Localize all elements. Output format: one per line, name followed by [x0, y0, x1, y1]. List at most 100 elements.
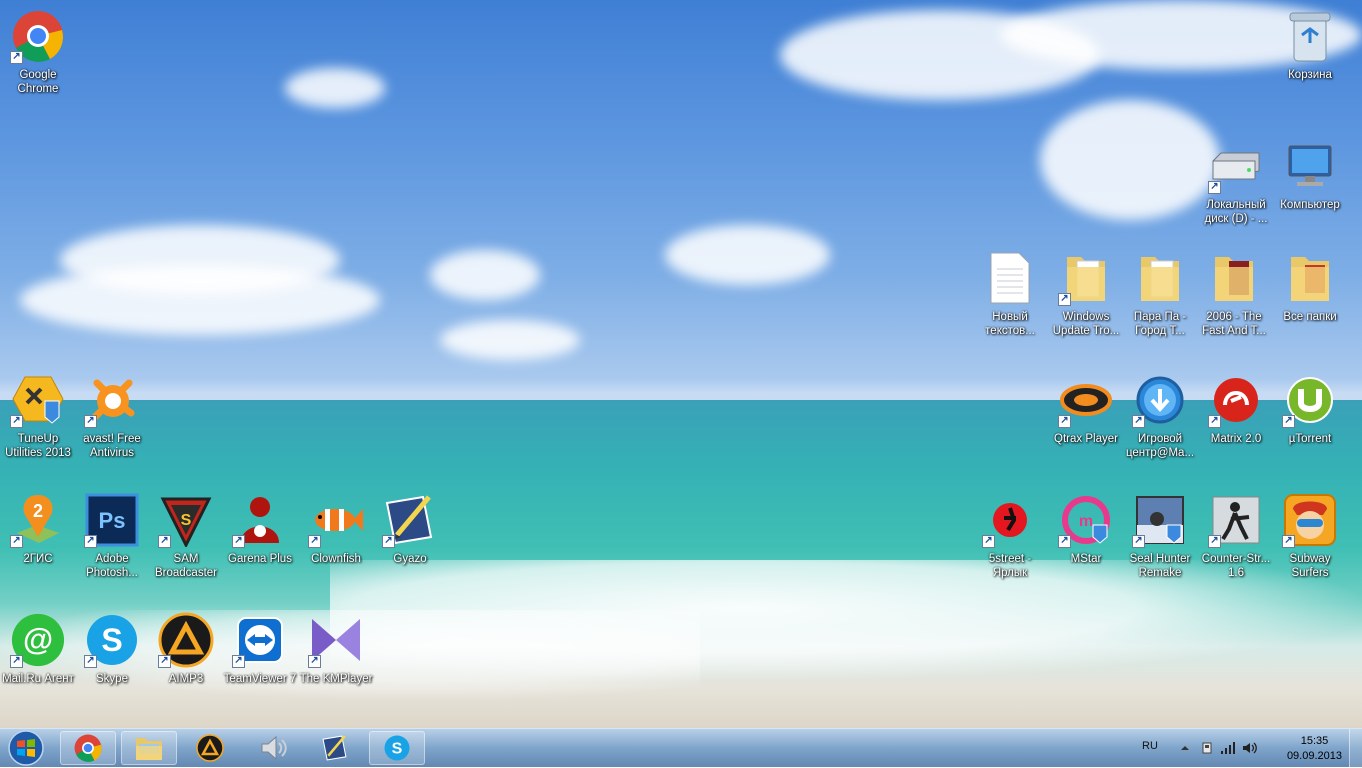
desktop-icon-2006-fast[interactable]: 2006 - The Fast And T... — [1196, 250, 1272, 342]
icon-label: TeamViewer 7 — [223, 673, 297, 685]
clock[interactable]: 15:35 09.09.2013 — [1287, 734, 1342, 764]
desktop-icon-para-pa[interactable]: Пара Па - Город Т... — [1122, 250, 1198, 342]
counter-strike-icon: ↗ — [1208, 492, 1264, 548]
icon-label: 2006 - The Fast And T... — [1202, 311, 1266, 337]
start-button[interactable] — [4, 730, 48, 766]
desktop-icon-windows-update[interactable]: ↗ Windows Update Tro... — [1048, 250, 1124, 342]
desktop-icon-aimp[interactable]: ↗ AIMP3 — [148, 612, 224, 704]
network-signal-icon[interactable] — [1220, 741, 1235, 755]
icon-label: Windows Update Tro... — [1052, 311, 1120, 337]
computer-icon — [1282, 138, 1338, 194]
desktop-icon-game-center[interactable]: ↗ Игровой центр@Ma... — [1122, 372, 1198, 464]
desktop-icon-gyazo[interactable]: ↗ Gyazo — [372, 492, 448, 584]
svg-text:S: S — [392, 741, 403, 758]
icon-label: Skype — [96, 673, 128, 685]
text-document-icon — [982, 250, 1038, 306]
safely-remove-icon[interactable] — [1200, 741, 1214, 755]
icon-label: Новый текстов... — [985, 311, 1035, 337]
desktop-icon-2gis[interactable]: 2 ↗ 2ГИС — [0, 492, 76, 584]
folder-icon: ↗ — [1058, 250, 1114, 306]
taskbar-skype[interactable]: S — [369, 731, 425, 765]
icon-label: Garena Plus — [228, 553, 292, 565]
desktop-icon-avast[interactable]: ↗ avast! Free Antivirus — [74, 372, 150, 464]
svg-text:S: S — [101, 622, 122, 658]
desktop-icon-computer[interactable]: Компьютер — [1272, 138, 1348, 230]
desktop-icon-new-text[interactable]: Новый текстов... — [972, 250, 1048, 342]
icon-label: Counter-Str... 1.6 — [1201, 553, 1271, 579]
desktop-icon-5street[interactable]: ↗ 5street - Ярлык — [972, 492, 1048, 584]
icon-label: TuneUp Utilities 2013 — [5, 433, 71, 459]
hard-drive-icon: ↗ — [1208, 138, 1264, 194]
desktop-icon-subway-surfers[interactable]: ↗ Subway Surfers — [1272, 492, 1348, 584]
desktop-icon-skype[interactable]: S ↗ Skype — [74, 612, 150, 704]
icon-label: 5street - Ярлык — [988, 553, 1032, 579]
icon-label: Компьютер — [1280, 199, 1340, 211]
volume-icon[interactable] — [1242, 741, 1257, 755]
gyazo-icon: ↗ — [382, 492, 438, 548]
icon-label: SAM Broadcaster — [154, 553, 217, 579]
desktop-icon-teamviewer[interactable]: ↗ TeamViewer 7 — [222, 612, 298, 704]
icon-label: Matrix 2.0 — [1210, 433, 1262, 445]
icon-label: Gyazo — [393, 553, 427, 565]
desktop-icon-garena[interactable]: ↗ Garena Plus — [222, 492, 298, 584]
utorrent-icon: ↗ — [1282, 372, 1338, 428]
svg-text:Ps: Ps — [99, 508, 126, 533]
explorer-icon — [136, 738, 162, 760]
icon-label: AIMP3 — [168, 673, 204, 685]
icon-label: Qtrax Player — [1054, 433, 1118, 445]
clock-date: 09.09.2013 — [1286, 750, 1342, 762]
taskbar-gyazo[interactable] — [307, 731, 363, 765]
desktop-icon-kmplayer[interactable]: ↗ The KMPlayer — [298, 612, 374, 704]
taskbar: S RU 15:35 09.09.2013 — [0, 728, 1362, 768]
show-hidden-icons-icon[interactable] — [1178, 741, 1192, 755]
folder-icon — [1206, 250, 1262, 306]
seal-hunter-icon: ↗ — [1132, 492, 1188, 548]
desktop-icon-disk-d[interactable]: ↗ Локальный диск (D) - ... — [1198, 138, 1274, 230]
desktop-icon-mailru[interactable]: @ ↗ Mail.Ru Агент — [0, 612, 76, 704]
icon-label: µTorrent — [1288, 433, 1332, 445]
icon-label: Локальный диск (D) - ... — [1204, 199, 1268, 225]
desktop-icon-mstar[interactable]: m ↗ MStar — [1048, 492, 1124, 584]
desktop-icon-clownfish[interactable]: ↗ Clownfish — [298, 492, 374, 584]
mstar-icon: m ↗ — [1058, 492, 1114, 548]
svg-text:m: m — [1079, 513, 1093, 530]
windows-start-icon — [8, 730, 44, 766]
folder-icon — [1132, 250, 1188, 306]
taskbar-aimp[interactable] — [182, 731, 238, 765]
svg-text:@: @ — [23, 622, 53, 657]
desktop-icon-utorrent[interactable]: ↗ µTorrent — [1272, 372, 1348, 464]
icon-label: Mail.Ru Агент — [2, 673, 74, 685]
desktop-icon-tuneup[interactable]: ↗ TuneUp Utilities 2013 — [0, 372, 76, 464]
icon-label: Все папки — [1283, 311, 1337, 323]
skype-icon: S — [384, 735, 410, 761]
taskbar-explorer[interactable] — [121, 731, 177, 765]
icon-label: Корзина — [1288, 69, 1332, 81]
desktop-icon-chrome[interactable]: ↗ Google Chrome — [0, 8, 76, 100]
icon-label: Clownfish — [311, 553, 361, 565]
5street-icon: ↗ — [982, 492, 1038, 548]
desktop-icon-recycle-bin[interactable]: Корзина — [1272, 8, 1348, 100]
tuneup-icon: ↗ — [10, 372, 66, 428]
icon-label: 2ГИС — [23, 553, 53, 565]
icon-label: MStar — [1070, 553, 1102, 565]
desktop-icon-matrix[interactable]: ↗ Matrix 2.0 — [1198, 372, 1274, 464]
desktop-icon-sam[interactable]: S ↗ SAM Broadcaster — [148, 492, 224, 584]
desktop-icon-qtrax[interactable]: ↗ Qtrax Player — [1048, 372, 1124, 464]
icon-label: Google Chrome — [17, 69, 59, 95]
desktop-icon-all-folders[interactable]: Все папки — [1272, 250, 1348, 342]
mailru-agent-icon: @ ↗ — [10, 612, 66, 668]
language-indicator[interactable]: RU — [1142, 740, 1158, 752]
icon-label: The KMPlayer — [299, 673, 373, 685]
kmplayer-icon: ↗ — [308, 612, 364, 668]
desktop-icon-seal-hunter[interactable]: ↗ Seal Hunter Remake — [1122, 492, 1198, 584]
skype-icon: S ↗ — [84, 612, 140, 668]
desktop-icon-photoshop[interactable]: Ps ↗ Adobe Photosh... — [74, 492, 150, 584]
taskbar-chrome[interactable] — [60, 731, 116, 765]
show-desktop-button[interactable] — [1349, 729, 1362, 768]
teamviewer-icon: ↗ — [232, 612, 288, 668]
taskbar-sound[interactable] — [245, 731, 301, 765]
folder-icon — [1282, 250, 1338, 306]
chrome-icon — [74, 734, 102, 762]
desktop-icon-counter-strike[interactable]: ↗ Counter-Str... 1.6 — [1198, 492, 1274, 584]
photoshop-icon: Ps ↗ — [84, 492, 140, 548]
